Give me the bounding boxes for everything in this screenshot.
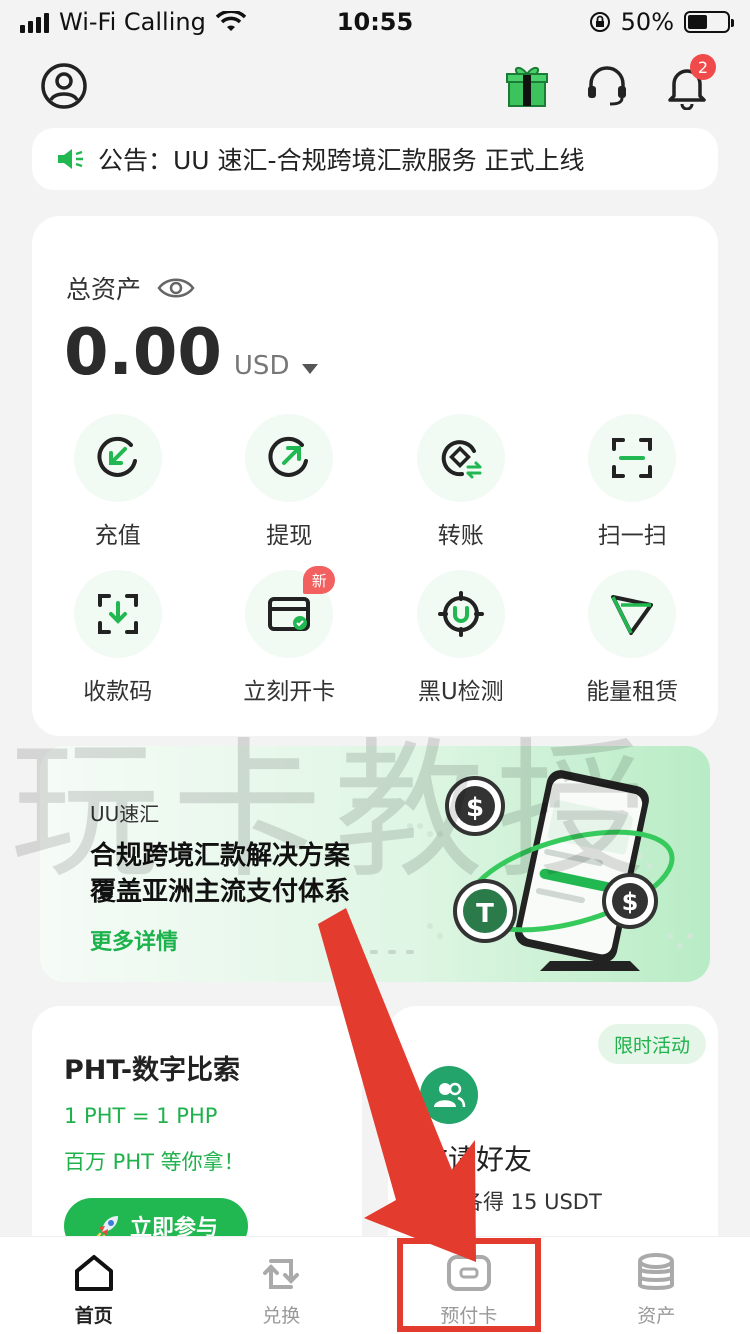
action-transfer[interactable]: 转账 <box>375 414 547 550</box>
svg-text:T: T <box>476 899 494 929</box>
tron-icon <box>611 595 654 635</box>
banner-more-link[interactable]: 更多详情 <box>90 924 178 956</box>
action-label: 收款码 <box>83 679 153 705</box>
nav-prepaid-card[interactable]: 预付卡 <box>375 1237 563 1334</box>
action-energy-rental[interactable]: 能量租赁 <box>547 570 719 706</box>
card-icon <box>268 597 311 631</box>
currency-selector[interactable]: USD <box>234 351 318 381</box>
headset-icon <box>588 66 626 106</box>
status-bar: Wi-Fi Calling 10:55 50% <box>0 0 750 44</box>
nav-assets[interactable]: 资产 <box>563 1237 750 1334</box>
wifi-icon <box>215 11 246 31</box>
support-button[interactable] <box>582 60 632 110</box>
pht-title: PHT-数字比索 <box>64 1055 241 1086</box>
invite-subtitle: 双方各得 15 USDT <box>420 1190 602 1214</box>
banner-headline: 合规跨境汇款解决方案 覆盖亚洲主流支付体系 <box>90 838 350 910</box>
action-label: 黑U检测 <box>417 679 504 705</box>
signal-icon <box>20 11 49 33</box>
action-receive-code[interactable]: 收款码 <box>32 570 204 706</box>
action-open-card[interactable]: 新 立刻开卡 <box>204 566 376 706</box>
dollar-coin-icon: $ <box>445 776 505 836</box>
status-time: 10:55 <box>336 8 414 36</box>
usdt-coin-icon: T <box>453 879 517 943</box>
users-icon <box>420 1066 478 1124</box>
nav-label: 首页 <box>74 1305 113 1327</box>
transfer-icon <box>441 440 482 479</box>
currency-label: USD <box>233 351 290 381</box>
pht-rate: 1 PHT = 1 PHP <box>64 1104 218 1128</box>
profile-button[interactable] <box>40 62 88 110</box>
nav-exchange[interactable]: 兑换 <box>188 1237 376 1334</box>
prepaid-card-icon <box>446 1255 491 1291</box>
exchange-icon <box>263 1259 300 1289</box>
receive-code-icon <box>97 594 138 634</box>
banner-line-2: 覆盖亚洲主流支付体系 <box>90 877 351 907</box>
action-label: 立刻开卡 <box>243 679 336 705</box>
quick-actions-grid: 充值 提现 转账 扫一扫 收款码 新 立刻开卡 黑U检测 能量租赁 <box>32 414 718 706</box>
svg-text:$: $ <box>466 793 484 823</box>
limited-time-tag: 限时活动 <box>597 1024 706 1064</box>
nav-label: 预付卡 <box>440 1305 498 1327</box>
carousel-dots <box>346 950 414 954</box>
action-label: 转账 <box>437 523 484 549</box>
action-deposit[interactable]: 充值 <box>32 414 204 550</box>
nav-label: 兑换 <box>262 1305 301 1327</box>
action-scan[interactable]: 扫一扫 <box>547 414 719 550</box>
action-black-u-check[interactable]: 黑U检测 <box>375 570 547 706</box>
svg-text:$: $ <box>622 888 639 916</box>
eye-icon[interactable] <box>157 276 195 300</box>
invite-title: 邀请好友 <box>420 1143 533 1176</box>
pht-reward: 百万 PHT 等你拿！ <box>64 1150 245 1174</box>
deposit-icon <box>97 436 137 477</box>
announcement-text: 公告：UU 速汇-合规跨境汇款服务 正式上线 <box>98 146 585 175</box>
user-icon <box>41 63 87 109</box>
banner-brand: UU速汇 <box>90 802 160 826</box>
dollar-coin-icon: $ <box>602 873 658 929</box>
chevron-down-icon <box>301 364 318 374</box>
coins-stack-icon <box>638 1253 675 1290</box>
carrier-label: Wi-Fi Calling <box>59 8 206 36</box>
total-assets-amount: 0.00 <box>64 316 222 390</box>
battery-icon <box>684 11 734 33</box>
gift-icon <box>506 67 548 107</box>
orientation-lock-icon <box>589 12 610 32</box>
promo-banner[interactable]: $ T $ UU速汇 合规跨境汇款解决方案 覆盖亚洲主流支付体系 更多详情 <box>40 746 710 982</box>
new-badge: 新 <box>303 566 336 594</box>
invite-promo-card[interactable]: 限时活动 邀请好友 双方各得 15 USDT <box>388 1006 718 1266</box>
bottom-nav: 首页 兑换 预付卡 资产 <box>0 1236 750 1334</box>
total-assets-label: 总资产 <box>66 275 142 304</box>
banner-line-1: 合规跨境汇款解决方案 <box>90 841 351 871</box>
withdraw-icon <box>268 436 309 477</box>
action-label: 充值 <box>94 523 141 549</box>
asset-card: 总资产 0.00 USD 充值 提现 转账 扫一扫 收款码 新 立刻开卡 黑U检… <box>32 216 718 736</box>
notification-badge: 2 <box>690 54 716 80</box>
action-label: 能量租赁 <box>586 679 679 705</box>
nav-home[interactable]: 首页 <box>0 1237 188 1334</box>
battery-percent: 50% <box>620 8 674 36</box>
pht-promo-card[interactable]: PHT-数字比索 1 PHT = 1 PHP 百万 PHT 等你拿！ 立即参与 <box>32 1006 362 1266</box>
action-label: 扫一扫 <box>597 523 667 549</box>
announcement-bar[interactable]: 公告：UU 速汇-合规跨境汇款服务 正式上线 <box>32 128 718 190</box>
action-label: 提现 <box>266 523 313 549</box>
notifications-button[interactable]: 2 <box>662 54 716 111</box>
action-withdraw[interactable]: 提现 <box>204 414 376 550</box>
nav-label: 资产 <box>637 1305 676 1327</box>
scan-icon <box>612 438 653 478</box>
target-icon <box>437 591 484 637</box>
phone-illustration: $ T $ <box>445 770 675 971</box>
top-header: 2 <box>0 52 750 122</box>
gift-button[interactable] <box>502 60 552 110</box>
home-icon <box>74 1255 113 1291</box>
speaker-icon <box>58 149 83 169</box>
